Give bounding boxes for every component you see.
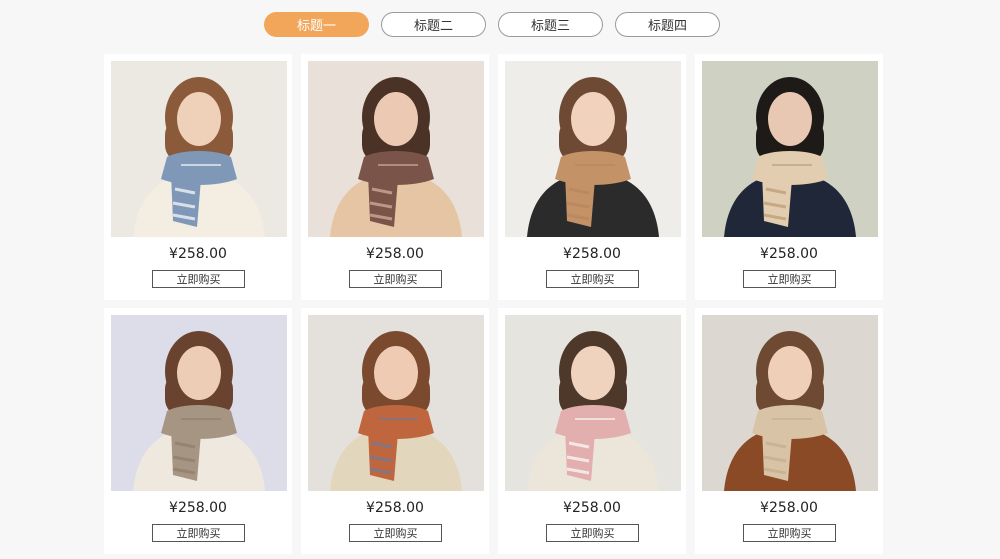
buy-now-button[interactable]: 立即购买	[349, 270, 442, 288]
product-card: ¥258.00 立即购买	[695, 308, 883, 554]
product-card: ¥258.00 立即购买	[301, 54, 489, 300]
product-card: ¥258.00 立即购买	[498, 54, 686, 300]
buy-now-button[interactable]: 立即购买	[349, 524, 442, 542]
product-image[interactable]	[702, 61, 878, 237]
product-card: ¥258.00 立即购买	[695, 54, 883, 300]
tab-bar: 标题一 标题二 标题三 标题四	[264, 12, 732, 37]
product-image[interactable]	[505, 61, 681, 237]
tab-4[interactable]: 标题四	[615, 12, 720, 37]
product-price: ¥258.00	[563, 246, 621, 262]
tab-3[interactable]: 标题三	[498, 12, 603, 37]
product-price: ¥258.00	[760, 246, 818, 262]
product-price: ¥258.00	[563, 500, 621, 516]
product-image[interactable]	[308, 315, 484, 491]
product-price: ¥258.00	[760, 500, 818, 516]
product-image[interactable]	[505, 315, 681, 491]
product-image[interactable]	[308, 61, 484, 237]
product-card: ¥258.00 立即购买	[104, 54, 292, 300]
buy-now-button[interactable]: 立即购买	[743, 270, 836, 288]
buy-now-button[interactable]: 立即购买	[152, 524, 245, 542]
product-image[interactable]	[111, 315, 287, 491]
product-image[interactable]	[702, 315, 878, 491]
product-image[interactable]	[111, 61, 287, 237]
product-price: ¥258.00	[366, 500, 424, 516]
product-price: ¥258.00	[169, 246, 227, 262]
product-grid: ¥258.00 立即购买 ¥258.00 立即购买 ¥258.00 立即购买 ¥258.00…	[104, 54, 883, 554]
buy-now-button[interactable]: 立即购买	[743, 524, 836, 542]
product-card: ¥258.00 立即购买	[498, 308, 686, 554]
tab-2[interactable]: 标题二	[381, 12, 486, 37]
product-price: ¥258.00	[366, 246, 424, 262]
product-card: ¥258.00 立即购买	[104, 308, 292, 554]
buy-now-button[interactable]: 立即购买	[546, 524, 639, 542]
buy-now-button[interactable]: 立即购买	[152, 270, 245, 288]
tab-1[interactable]: 标题一	[264, 12, 369, 37]
buy-now-button[interactable]: 立即购买	[546, 270, 639, 288]
product-price: ¥258.00	[169, 500, 227, 516]
product-card: ¥258.00 立即购买	[301, 308, 489, 554]
